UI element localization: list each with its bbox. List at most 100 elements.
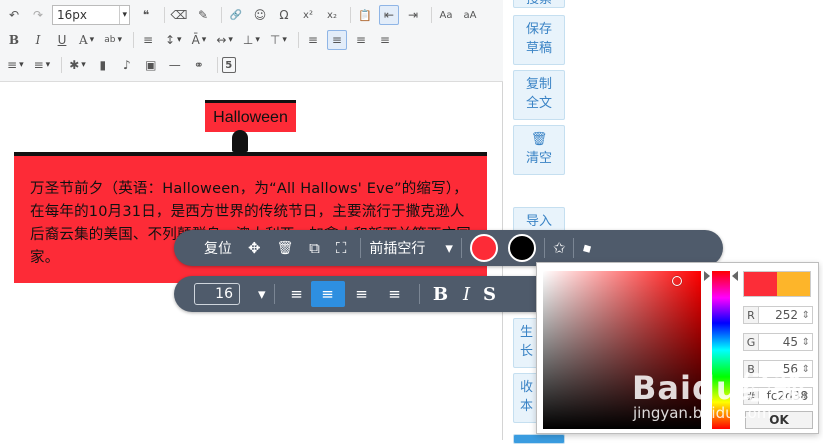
text-case-icon[interactable]: Ā — [189, 30, 210, 50]
underline-icon[interactable]: U — [52, 30, 72, 50]
vertical-align-icon[interactable]: ⊥ — [240, 30, 263, 50]
align-left-icon[interactable]: ≡ — [283, 281, 311, 307]
align-center-icon[interactable]: ≡ — [310, 281, 345, 307]
letter-spacing-icon[interactable]: ↔ — [213, 30, 236, 50]
align-center-icon[interactable]: ≡ — [326, 30, 347, 50]
baidu-watermark: Baidu经验 — [632, 369, 806, 407]
binoculars-icon[interactable]: ⚭ — [189, 55, 209, 75]
font-size-value: 16 — [215, 286, 233, 302]
green-value[interactable]: 45 — [759, 333, 813, 351]
align-justify-icon[interactable]: ≡ — [375, 30, 395, 50]
chevron-down-icon[interactable]: ▾ — [258, 281, 266, 307]
superscript-icon[interactable]: x² — [298, 5, 318, 25]
chevron-down-icon[interactable]: ▾ — [445, 235, 453, 261]
align-justify-icon[interactable]: ≡ — [379, 281, 411, 307]
subscript-icon[interactable]: x₂ — [322, 5, 342, 25]
paste-icon[interactable]: 📋 — [355, 5, 375, 25]
editor: ↶ ↷ 16px ▾ ❝ ⌫ ✎ 🔗 ☺ Ω x² x₂ 📋 ⇤ ⇥ Aa aA … — [0, 0, 503, 440]
ghost-icon — [232, 130, 248, 152]
fit-icon[interactable]: ⛶ — [336, 235, 347, 261]
insert-blank-line-button[interactable]: 前插空行 — [369, 235, 425, 261]
red-value[interactable]: 252 — [759, 306, 813, 324]
brush-icon[interactable]: ✎ — [193, 5, 213, 25]
clear-button[interactable]: 🗑 清空 — [513, 125, 565, 175]
horizontal-align-icon[interactable]: ⊤ — [267, 30, 290, 50]
image-icon[interactable]: ▣ — [141, 55, 161, 75]
picker-cursor[interactable] — [672, 276, 682, 286]
save-draft-button[interactable]: 保存草稿 — [513, 15, 565, 65]
copy-all-label: 复制全文 — [525, 77, 552, 111]
align-right-icon[interactable]: ≡ — [345, 281, 379, 307]
bold-button[interactable]: B — [428, 281, 454, 307]
font-up-icon[interactable]: Aa — [436, 5, 456, 25]
italic-button[interactable]: I — [454, 281, 480, 307]
bottom-button[interactable] — [513, 434, 565, 444]
reset-button[interactable]: 复位 — [204, 235, 232, 261]
divider — [297, 32, 299, 48]
halloween-title-box[interactable]: Halloween — [205, 100, 296, 132]
column-icon[interactable]: ▮ — [93, 55, 113, 75]
eraser-icon[interactable]: ◆ — [577, 234, 598, 261]
italic-icon[interactable]: I — [28, 30, 48, 50]
divider — [460, 238, 462, 258]
divider — [350, 7, 351, 23]
divider — [360, 238, 362, 258]
font-size-select[interactable]: 16px ▾ — [52, 5, 130, 25]
ordered-list-icon[interactable]: ≡ — [138, 30, 158, 50]
music-icon[interactable]: ♪ — [117, 55, 137, 75]
copy-icon[interactable]: ⧉ — [309, 235, 320, 261]
strike-button[interactable]: S — [480, 281, 500, 307]
font-color-icon[interactable]: A — [76, 30, 97, 50]
hue-marker-right[interactable] — [732, 271, 738, 281]
eraser-icon[interactable]: ⌫ — [169, 5, 189, 25]
align-left-icon[interactable]: ≡ — [303, 30, 323, 50]
redo-icon[interactable]: ↷ — [28, 5, 48, 25]
search-button[interactable]: 搜索 — [513, 0, 565, 8]
green-field[interactable]: G 45 — [743, 333, 813, 351]
unordered-list-icon[interactable]: ≡ — [4, 55, 27, 75]
quote-icon[interactable]: ❝ — [136, 5, 156, 25]
delete-icon[interactable]: 🗑 — [277, 235, 294, 261]
border-color-swatch[interactable] — [507, 234, 536, 262]
bold-icon[interactable]: B — [4, 30, 24, 50]
divider — [221, 7, 222, 23]
chevron-down-icon: ▾ — [119, 6, 127, 24]
font-down-icon[interactable]: aA — [460, 5, 480, 25]
move-icon[interactable]: ✥ — [248, 235, 261, 261]
new-color-swatch — [743, 271, 777, 297]
font-size-value: 16px — [57, 8, 87, 22]
bg-color-icon[interactable]: ab — [101, 30, 125, 50]
collect-label: 收本 — [520, 380, 534, 414]
editor-toolbar: ↶ ↷ 16px ▾ ❝ ⌫ ✎ 🔗 ☺ Ω x² x₂ 📋 ⇤ ⇥ Aa aA … — [0, 0, 503, 82]
magic-icon[interactable]: ✱ — [66, 55, 89, 75]
import-label: 导入 — [525, 214, 552, 229]
toolbar-row-3: ≡ ≡ ✱ ▮ ♪ ▣ — ⚭ 5 — [4, 53, 240, 77]
undo-icon[interactable]: ↶ — [4, 5, 24, 25]
star-icon[interactable]: ✩ — [553, 235, 566, 261]
divider — [273, 284, 275, 304]
font-size-input[interactable]: 16 — [194, 283, 240, 305]
divider — [431, 7, 432, 23]
list-style-icon[interactable]: ≡ — [31, 55, 54, 75]
copy-all-button[interactable]: 复制全文 — [513, 70, 565, 120]
old-color-swatch[interactable] — [777, 271, 811, 297]
indent-left-icon[interactable]: ⇤ — [379, 5, 399, 25]
fill-color-swatch[interactable] — [469, 234, 498, 262]
search-button-label: 搜索 — [526, 0, 552, 7]
red-field[interactable]: R 252 — [743, 306, 813, 324]
toolbar-row-2: B I U A ab ≡ ↕ Ā ↔ ⊥ ⊤ ≡ ≡ ≡ ≡ — [4, 28, 399, 52]
horizontal-rule-icon[interactable]: — — [165, 55, 185, 75]
green-label: G — [743, 333, 759, 351]
red-label: R — [743, 306, 759, 324]
align-right-icon[interactable]: ≡ — [351, 30, 371, 50]
hue-marker-left[interactable] — [704, 271, 710, 281]
emoji-icon[interactable]: ☺ — [250, 5, 270, 25]
line-height-icon[interactable]: ↕ — [162, 30, 185, 50]
html5-icon[interactable]: 5 — [221, 57, 236, 73]
halloween-title: Halloween — [213, 108, 288, 126]
divider — [132, 32, 134, 48]
link-icon[interactable]: 🔗 — [226, 5, 246, 25]
trash-icon: 🗑 — [530, 132, 548, 147]
omega-icon[interactable]: Ω — [274, 5, 294, 25]
indent-right-icon[interactable]: ⇥ — [403, 5, 423, 25]
